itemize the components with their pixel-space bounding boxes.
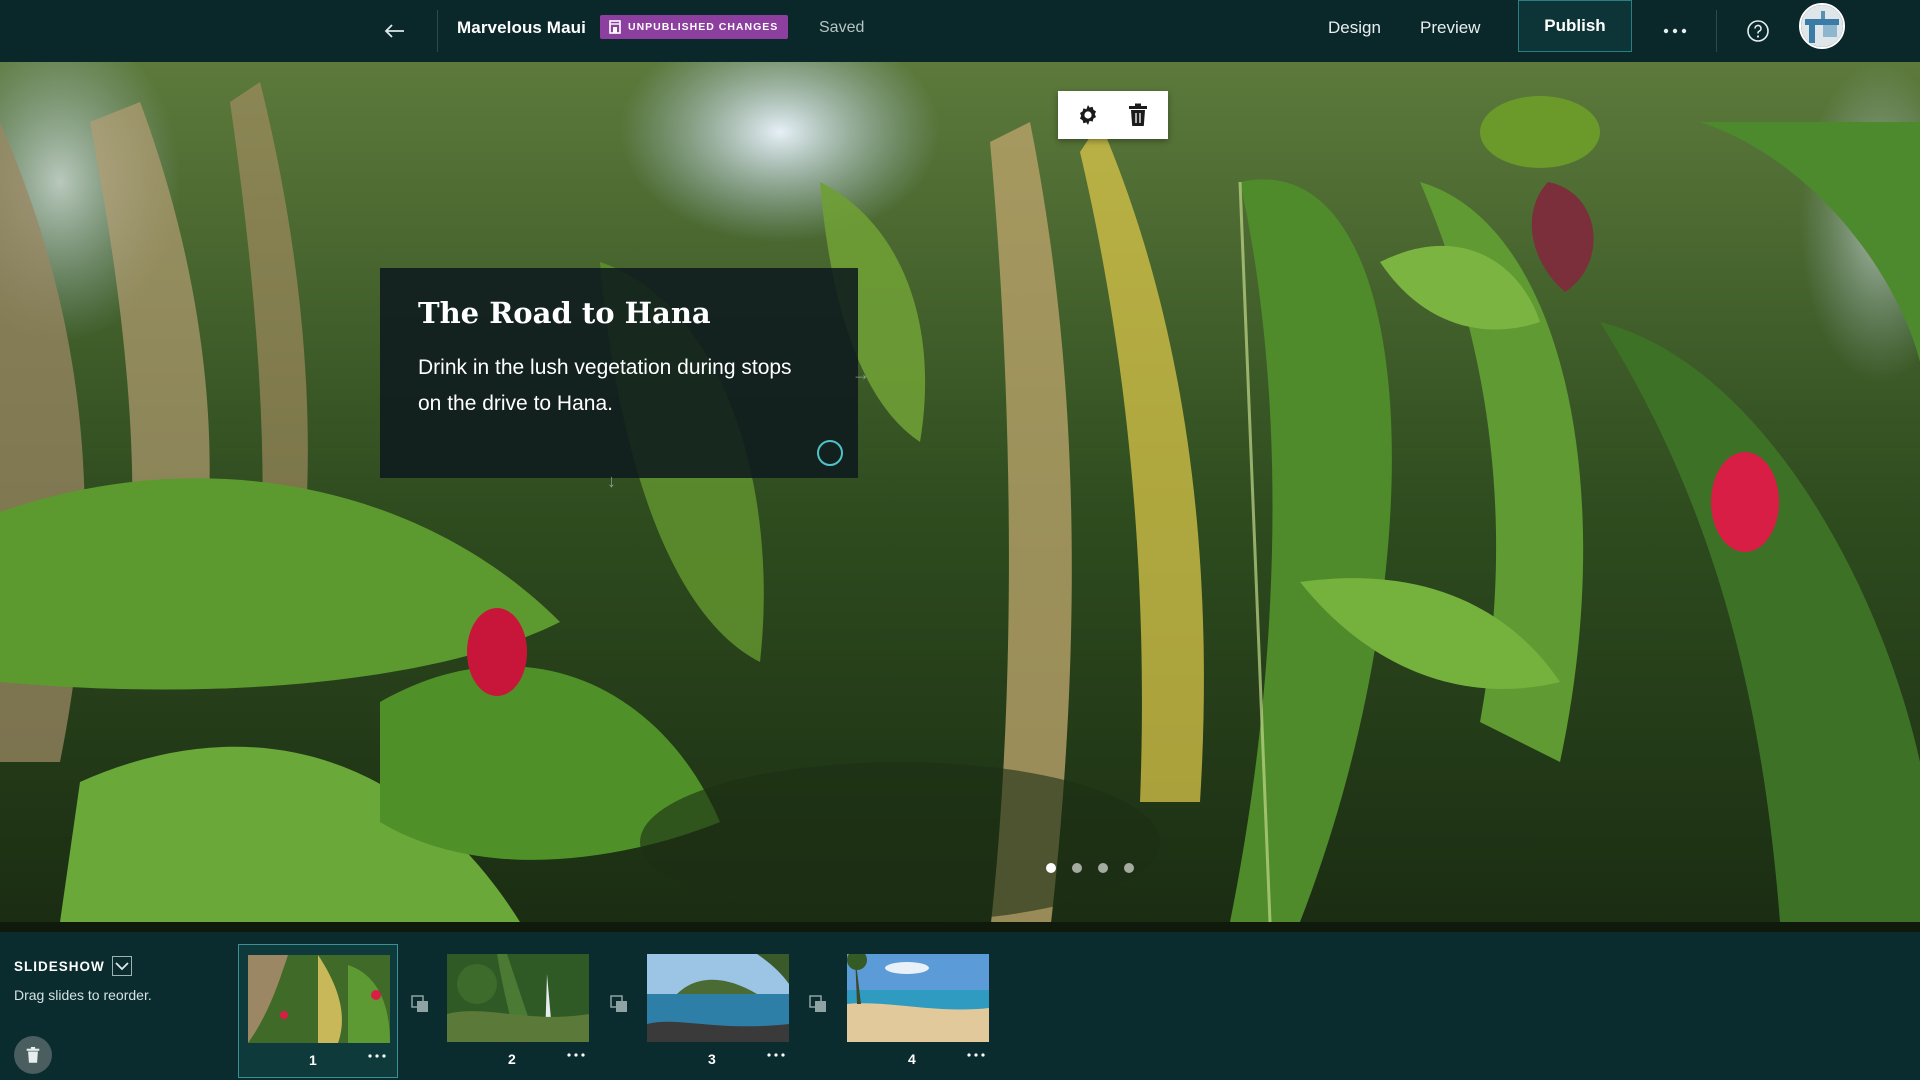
pagination-dot-2[interactable] — [1072, 863, 1082, 873]
chevron-down-icon — [115, 962, 129, 971]
slide-settings-button[interactable] — [1068, 95, 1108, 135]
slide-options-button[interactable] — [962, 1044, 990, 1066]
slide-number: 3 — [708, 1051, 716, 1067]
thumbnail-image — [248, 955, 390, 1043]
ellipsis-icon — [567, 1053, 585, 1057]
slide-options-button[interactable] — [562, 1044, 590, 1066]
ellipsis-icon — [368, 1054, 386, 1058]
ellipsis-icon — [767, 1053, 785, 1057]
storefront-icon — [609, 20, 621, 34]
user-avatar[interactable] — [1799, 3, 1845, 49]
slide-thumbnail-4[interactable]: 4 — [838, 944, 998, 1078]
duplicate-slide-button[interactable] — [610, 995, 628, 1013]
copy-icon — [610, 995, 627, 1012]
more-options-button[interactable] — [1654, 11, 1696, 51]
panel-handle-ring-icon[interactable] — [817, 440, 843, 466]
slide-body-text[interactable]: Drink in the lush vegetation during stop… — [418, 350, 818, 422]
slideshow-strip: SLIDESHOW Drag slides to reorder. 1 2 3 … — [0, 932, 1920, 1080]
slide-options-button[interactable] — [762, 1044, 790, 1066]
copy-icon — [809, 995, 826, 1012]
resize-right-arrow-icon[interactable]: → — [852, 364, 870, 385]
preview-button[interactable]: Preview — [1420, 18, 1480, 38]
copy-icon — [411, 995, 428, 1012]
pagination-dot-3[interactable] — [1098, 863, 1108, 873]
slideshow-collapse-toggle[interactable] — [112, 956, 132, 976]
help-button[interactable] — [1740, 11, 1776, 51]
gear-icon — [1080, 105, 1096, 125]
divider — [1716, 10, 1717, 52]
pagination-dot-1[interactable] — [1046, 863, 1056, 873]
thumbnail-image — [447, 954, 589, 1042]
back-button[interactable] — [372, 11, 416, 51]
badge-label: UNPUBLISHED CHANGES — [628, 21, 779, 33]
publish-button[interactable]: Publish — [1518, 0, 1632, 52]
unpublished-changes-badge: UNPUBLISHED CHANGES — [600, 15, 789, 39]
arrow-left-icon — [384, 24, 404, 38]
slide-toolbar — [1058, 91, 1168, 139]
divider — [437, 10, 438, 52]
save-status: Saved — [819, 19, 865, 36]
slide-options-button[interactable] — [363, 1045, 391, 1067]
slide-background-image[interactable] — [0, 62, 1920, 932]
slide-delete-button[interactable] — [1118, 95, 1158, 135]
duplicate-slide-button[interactable] — [411, 995, 429, 1013]
thumbnail-image — [847, 954, 989, 1042]
delete-slideshow-button[interactable] — [14, 1036, 52, 1074]
ellipsis-icon — [1663, 28, 1687, 34]
slide-thumbnail-2[interactable]: 2 — [438, 944, 598, 1078]
trash-icon — [26, 1046, 40, 1063]
drag-hint: Drag slides to reorder. — [14, 987, 152, 1003]
slide-pagination — [1046, 863, 1134, 873]
slide-title[interactable]: The Road to Hana — [418, 296, 824, 330]
design-button[interactable]: Design — [1328, 18, 1381, 38]
pagination-dot-4[interactable] — [1124, 863, 1134, 873]
slide-thumbnail-1[interactable]: 1 — [238, 944, 398, 1078]
slide-number: 1 — [309, 1052, 317, 1068]
story-title: Marvelous Maui — [457, 18, 586, 37]
slide-number: 4 — [908, 1051, 916, 1067]
thumbnail-image — [647, 954, 789, 1042]
duplicate-slide-button[interactable] — [809, 995, 827, 1013]
resize-down-arrow-icon[interactable]: ↓ — [607, 471, 616, 492]
slide-thumbnail-3[interactable]: 3 — [638, 944, 798, 1078]
slideshow-label: SLIDESHOW — [14, 959, 105, 974]
avatar-image — [1801, 5, 1843, 47]
question-circle-icon — [1747, 20, 1769, 42]
slide-number: 2 — [508, 1051, 516, 1067]
trash-icon — [1129, 103, 1147, 126]
top-bar: Marvelous Maui UNPUBLISHED CHANGES Saved… — [0, 0, 1920, 62]
slide-canvas: The Road to Hana Drink in the lush veget… — [0, 62, 1920, 932]
ellipsis-icon — [967, 1053, 985, 1057]
slide-text-panel[interactable]: The Road to Hana Drink in the lush veget… — [380, 268, 870, 491]
